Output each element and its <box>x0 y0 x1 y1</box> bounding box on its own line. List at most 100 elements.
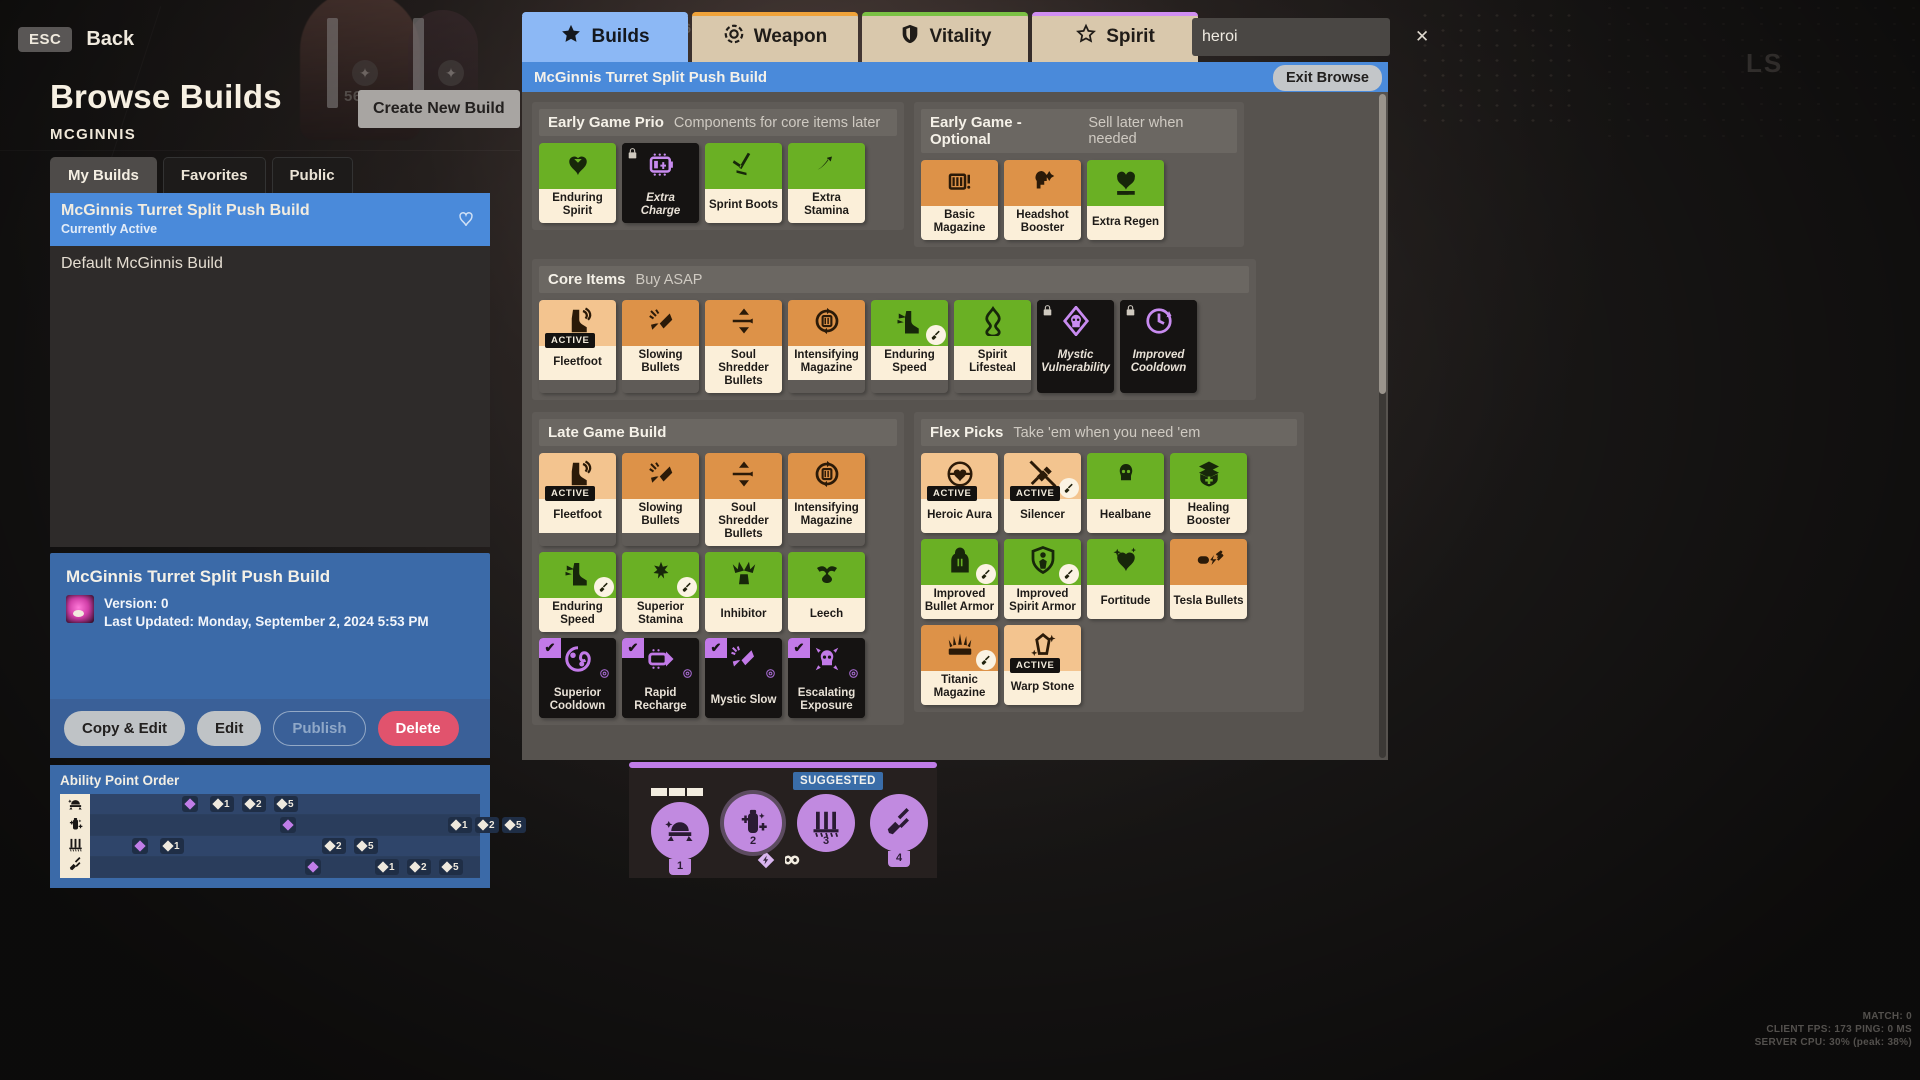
build-item-card[interactable]: ACTIVE Fleetfoot <box>539 453 616 546</box>
publish-button[interactable]: Publish <box>273 711 366 746</box>
tab-spirit[interactable]: Spirit <box>1032 12 1198 62</box>
ability-point-chip[interactable]: 5 <box>502 817 526 833</box>
scrollbar-thumb[interactable] <box>1379 94 1386 394</box>
build-list-item[interactable]: Default McGinnis Build <box>50 246 490 283</box>
favorite-heart-icon[interactable] <box>456 209 476 229</box>
build-list[interactable]: McGinnis Turret Split Push Build Currentl… <box>50 193 490 547</box>
build-item-card[interactable]: Extra Regen <box>1087 160 1164 240</box>
build-filter-tab-public[interactable]: Public <box>271 157 353 193</box>
build-item-card[interactable]: Mystic Vulnerability <box>1037 300 1114 393</box>
vertical-scrollbar[interactable] <box>1379 94 1386 758</box>
hud-performance-readout: MATCH: 0 CLIENT FPS: 173 PING: 0 MS SERV… <box>1755 1010 1912 1049</box>
build-item-card[interactable]: Superior Stamina <box>622 552 699 632</box>
build-filter-tab-favorites[interactable]: Favorites <box>162 157 266 193</box>
slow-bullet-icon <box>646 459 676 494</box>
ability-point-chip[interactable]: 1 <box>160 838 184 854</box>
build-item-card[interactable]: ✔ Rapid Recharge <box>622 638 699 718</box>
ability-point-chip[interactable]: 2 <box>407 859 431 875</box>
ability-point-chip[interactable] <box>182 796 198 812</box>
create-new-build-button[interactable]: Create New Build <box>358 90 520 128</box>
ability-slot-2[interactable]: 2 <box>724 794 782 852</box>
turret-icon[interactable] <box>651 802 709 860</box>
build-item-card[interactable]: Improved Bullet Armor <box>921 539 998 619</box>
ability-point-chip[interactable]: 1 <box>448 817 472 833</box>
build-item-card[interactable]: Headshot Booster <box>1004 160 1081 240</box>
ability-point-chip[interactable] <box>305 859 321 875</box>
build-item-card[interactable]: Sprint Boots <box>705 143 782 223</box>
edit-button[interactable]: Edit <box>197 711 262 746</box>
ability-point-row[interactable]: 1 2 5 <box>90 857 480 877</box>
search-input[interactable] <box>1202 28 1409 46</box>
build-item-card[interactable]: ACTIVE Warp Stone <box>1004 625 1081 705</box>
build-filter-tab-my-builds[interactable]: My Builds <box>50 157 157 193</box>
delete-button[interactable]: Delete <box>377 711 459 746</box>
ability-point-chip[interactable]: 5 <box>439 859 463 875</box>
build-item-card[interactable]: Slowing Bullets <box>622 300 699 393</box>
ability-point-chip[interactable]: 5 <box>274 796 298 812</box>
build-item-card[interactable]: Enduring Spirit <box>539 143 616 223</box>
ability-slot-4[interactable]: 4 <box>870 794 928 867</box>
ability-point-chip[interactable]: 2 <box>322 838 346 854</box>
build-item-name: McGinnis Turret Split Push Build <box>61 202 310 219</box>
close-icon[interactable]: ✕ <box>1409 27 1429 47</box>
build-item-card[interactable]: Healing Booster <box>1170 453 1247 533</box>
build-item-card[interactable]: Extra Stamina <box>788 143 865 223</box>
build-item-card[interactable]: Improved Cooldown <box>1120 300 1197 393</box>
build-item-card[interactable]: Leech <box>788 552 865 632</box>
build-item-card[interactable]: Extra Charge <box>622 143 699 223</box>
build-item-card[interactable]: ✔ Escalating Exposure <box>788 638 865 718</box>
tab-weapon[interactable]: Weapon <box>692 12 858 62</box>
build-item-card[interactable]: Tesla Bullets <box>1170 539 1247 619</box>
ability-slot-1[interactable]: 1 <box>651 788 709 875</box>
active-badge: ACTIVE <box>1010 658 1061 673</box>
build-list-item[interactable]: McGinnis Turret Split Push Build Currentl… <box>50 193 490 246</box>
item-name-area: Enduring Speed <box>871 346 948 380</box>
build-item-card[interactable]: ACTIVE Silencer <box>1004 453 1081 533</box>
build-action-buttons: Copy & Edit Edit Publish Delete <box>50 699 490 758</box>
build-item-card[interactable]: Soul Shredder Bullets <box>705 300 782 393</box>
ability-point-row[interactable]: 1 2 5 <box>90 836 480 856</box>
build-item-card[interactable]: ✔ Mystic Slow <box>705 638 782 718</box>
ability-point-chip[interactable] <box>280 817 296 833</box>
tab-vitality[interactable]: Vitality <box>862 12 1028 62</box>
ability-point-chip[interactable]: 5 <box>354 838 378 854</box>
item-name-area: Superior Stamina <box>622 598 699 632</box>
build-item-card[interactable]: Intensifying Magazine <box>788 300 865 393</box>
build-item-card[interactable]: Basic Magazine <box>921 160 998 240</box>
group-header: Flex Picks Take 'em when you need 'em <box>921 419 1297 446</box>
build-item-card[interactable]: Fortitude <box>1087 539 1164 619</box>
build-item-card[interactable]: ACTIVE Fleetfoot <box>539 300 616 393</box>
search-box[interactable]: ✕ <box>1192 18 1429 56</box>
item-icon-area <box>1087 539 1164 585</box>
checkmark-icon: ✔ <box>622 638 644 658</box>
build-item-card[interactable]: Spirit Lifesteal <box>954 300 1031 393</box>
ability-point-chip[interactable]: 1 <box>210 796 234 812</box>
missiles-icon[interactable] <box>870 794 928 852</box>
tab-label: Weapon <box>753 26 828 47</box>
back-control[interactable]: ESC Back <box>18 27 134 52</box>
tab-builds[interactable]: Builds <box>522 12 688 62</box>
build-item-card[interactable]: Healbane <box>1087 453 1164 533</box>
ability-point-row[interactable]: 1 2 5 <box>90 815 526 835</box>
ability-slot-3[interactable]: SUGGESTED 3 <box>793 772 883 852</box>
ability-point-chip[interactable]: 1 <box>375 859 399 875</box>
copy-edit-button[interactable]: Copy & Edit <box>64 711 185 746</box>
build-item-card[interactable]: Inhibitor <box>705 552 782 632</box>
build-item-card[interactable]: Intensifying Magazine <box>788 453 865 546</box>
ability-point-chip[interactable]: 2 <box>475 817 499 833</box>
build-item-card[interactable]: ACTIVE Heroic Aura <box>921 453 998 533</box>
exit-browse-button[interactable]: Exit Browse <box>1273 65 1382 91</box>
ability-point-chip[interactable] <box>132 838 148 854</box>
build-groups-container: Early Game Prio Components for core items… <box>522 92 1388 760</box>
build-item-card[interactable]: Titanic Magazine <box>921 625 998 705</box>
build-item-card[interactable]: Improved Spirit Armor <box>1004 539 1081 619</box>
build-item-card[interactable]: Slowing Bullets <box>622 453 699 546</box>
build-item-card[interactable]: Soul Shredder Bullets <box>705 453 782 546</box>
build-item-card[interactable]: Enduring Speed <box>539 552 616 632</box>
item-name: Inhibitor <box>720 607 767 620</box>
item-name: Mystic Vulnerability <box>1041 349 1110 374</box>
ability-point-chip[interactable]: 2 <box>242 796 266 812</box>
ability-point-row[interactable]: 1 2 5 <box>90 794 480 814</box>
build-item-card[interactable]: Enduring Speed <box>871 300 948 393</box>
build-item-card[interactable]: ✔ Superior Cooldown <box>539 638 616 718</box>
